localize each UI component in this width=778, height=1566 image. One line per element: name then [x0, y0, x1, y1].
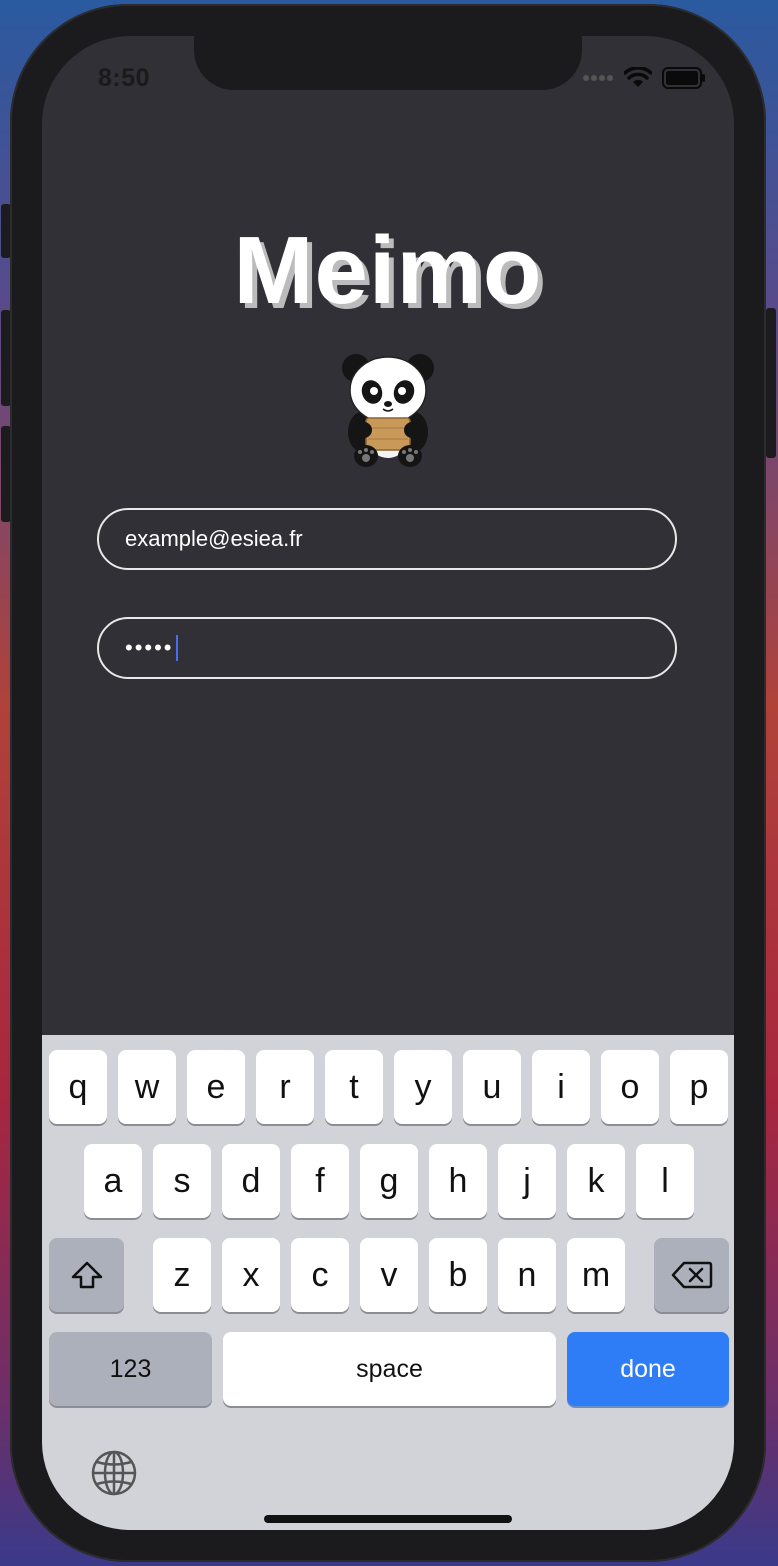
shift-icon: [71, 1261, 102, 1289]
space-key[interactable]: space: [223, 1332, 556, 1406]
key-w[interactable]: w: [118, 1050, 176, 1124]
battery-icon: [662, 67, 705, 89]
key-n[interactable]: n: [498, 1238, 556, 1312]
key-f[interactable]: f: [291, 1144, 349, 1218]
globe-icon[interactable]: [90, 1449, 138, 1497]
numbers-key[interactable]: 123: [49, 1332, 212, 1406]
key-d[interactable]: d: [222, 1144, 280, 1218]
password-value: •••••: [125, 635, 174, 660]
key-b[interactable]: b: [429, 1238, 487, 1312]
status-icons: [582, 66, 706, 90]
key-x[interactable]: x: [222, 1238, 280, 1312]
power-button: [766, 308, 776, 458]
done-key[interactable]: done: [567, 1332, 729, 1406]
wifi-icon: [624, 67, 652, 87]
delete-key[interactable]: [654, 1238, 729, 1312]
key-e[interactable]: e: [187, 1050, 245, 1124]
password-field[interactable]: •••••: [97, 617, 677, 679]
key-g[interactable]: g: [360, 1144, 418, 1218]
notch: [194, 36, 582, 90]
key-j[interactable]: j: [498, 1144, 556, 1218]
key-z[interactable]: z: [153, 1238, 211, 1312]
email-field[interactable]: example@esiea.fr: [97, 508, 677, 570]
key-h[interactable]: h: [429, 1144, 487, 1218]
shift-key[interactable]: [49, 1238, 124, 1312]
key-y[interactable]: y: [394, 1050, 452, 1124]
key-r[interactable]: r: [256, 1050, 314, 1124]
status-time: 8:50: [98, 64, 151, 92]
key-v[interactable]: v: [360, 1238, 418, 1312]
key-k[interactable]: k: [567, 1144, 625, 1218]
email-value: example@esiea.fr: [125, 526, 303, 551]
key-u[interactable]: u: [463, 1050, 521, 1124]
delete-icon: [671, 1261, 712, 1289]
app-title: Meimo: [233, 217, 543, 324]
panda-icon: [342, 354, 434, 467]
key-m[interactable]: m: [567, 1238, 625, 1312]
key-o[interactable]: o: [601, 1050, 659, 1124]
home-indicator[interactable]: [264, 1515, 512, 1523]
key-t[interactable]: t: [325, 1050, 383, 1124]
key-s[interactable]: s: [153, 1144, 211, 1218]
key-c[interactable]: c: [291, 1238, 349, 1312]
phone-frame: 8:50 Meimo example@esiea.fr ••••• q w e …: [10, 4, 766, 1562]
screen: 8:50 Meimo example@esiea.fr ••••• q w e …: [42, 36, 734, 1530]
key-p[interactable]: p: [670, 1050, 728, 1124]
keyboard: q w e r t y u i o p a s d f g h j k l z …: [42, 1035, 734, 1530]
key-i[interactable]: i: [532, 1050, 590, 1124]
signal-dots-icon: [583, 75, 613, 81]
text-cursor: [175, 635, 178, 661]
key-a[interactable]: a: [84, 1144, 142, 1218]
key-q[interactable]: q: [49, 1050, 107, 1124]
key-l[interactable]: l: [636, 1144, 694, 1218]
